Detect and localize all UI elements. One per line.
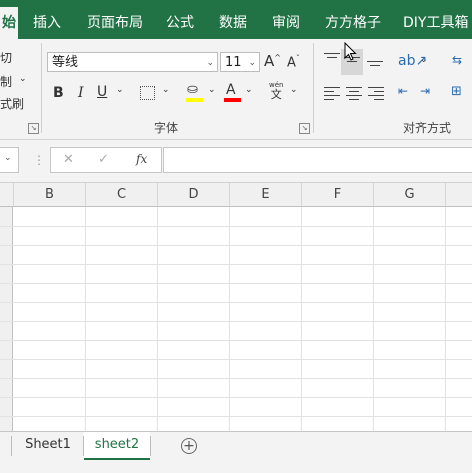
select-all-corner[interactable] [0,183,14,207]
chevron-down-icon: ⌄ [248,58,256,68]
align-left-icon[interactable] [324,87,340,101]
cut-button[interactable]: 切 [0,49,12,66]
font-color-swatch [224,98,241,102]
increase-font-size-button[interactable]: A^ [264,52,281,70]
ribbon: 切 制 式刷 ⌄ ↘ 等线 ⌄ 11 ⌄ A^ Aˇ B I U ⌄ ⌄ ⛀ ⌄… [0,39,472,140]
gridline [0,378,472,379]
increase-indent-icon[interactable]: ⇥ [420,84,430,98]
gridline [0,359,472,360]
column-header-d[interactable]: D [158,183,230,207]
formula-bar-grip-icon: ⋮ [33,153,45,167]
font-size-value: 11 [225,55,242,70]
decrease-indent-icon[interactable]: ⇤ [398,84,408,98]
copy-button[interactable]: 制 [0,73,12,90]
column-header-g[interactable]: G [374,183,446,207]
align-center-icon[interactable] [346,87,362,101]
gridline [0,283,472,284]
group-separator [41,43,42,133]
gridline [0,226,472,227]
align-right-icon[interactable] [368,87,384,101]
tab-formulas[interactable]: 公式 [166,7,194,39]
wrap-text-icon[interactable]: ⇆ [452,53,462,67]
tab-home[interactable]: 始 [0,7,18,39]
orientation-dropdown-icon[interactable]: ⌄ [420,55,428,65]
gridline [0,245,472,246]
font-launcher-icon[interactable]: ↘ [299,123,310,134]
tab-insert[interactable]: 插入 [33,7,61,39]
top-align-icon[interactable] [324,53,340,67]
format-painter-button[interactable]: 式刷 [0,95,24,112]
tab-separator [150,436,151,456]
fill-color-icon[interactable]: ⛀ [187,82,198,97]
fill-color-swatch [186,98,203,102]
underline-button[interactable]: U [97,84,107,100]
gridline [0,302,472,303]
enter-icon[interactable]: ✓ [98,152,109,167]
mouse-pointer-icon [344,42,357,61]
column-header-c[interactable]: C [86,183,158,207]
font-name-select[interactable]: 等线 ⌄ [47,52,218,72]
chevron-down-icon: ⌄ [206,58,214,68]
status-bar [0,461,472,473]
gridline [0,397,472,398]
tab-separator [11,436,12,456]
column-header-f[interactable]: F [302,183,374,207]
merge-center-icon[interactable]: ⊞ [451,84,462,99]
clipboard-launcher-icon[interactable]: ↘ [28,123,39,134]
formula-input[interactable] [163,147,472,173]
add-sheet-icon[interactable]: + [181,438,197,454]
decrease-font-size-button[interactable]: Aˇ [287,54,300,70]
tab-data[interactable]: 数据 [219,7,247,39]
cancel-icon[interactable]: ✕ [63,152,74,167]
sheet-tab-sheet2[interactable]: sheet2 [84,432,150,460]
sheet-tab-bar: Sheet1 sheet2 + [0,431,472,461]
fill-color-dropdown-icon[interactable]: ⌄ [208,85,216,95]
copy-dropdown-icon[interactable]: ⌄ [19,74,27,84]
column-header-b[interactable]: B [14,183,86,207]
underline-dropdown-icon[interactable]: ⌄ [116,85,124,95]
borders-icon[interactable] [140,86,155,100]
group-separator [313,43,314,133]
ribbon-tab-bar: 始 插入 页面布局 公式 数据 审阅 方方格子 DIY工具箱 [0,7,472,39]
tab-diy-toolbox[interactable]: DIY工具箱 [403,7,468,39]
worksheet-grid[interactable]: B C D E F G [0,183,472,431]
bottom-align-icon[interactable] [367,57,383,71]
gridline [0,416,472,417]
tab-review[interactable]: 审阅 [272,7,300,39]
title-bar-strip [0,0,472,7]
column-header-e[interactable]: E [230,183,302,207]
column-header-h[interactable] [446,183,472,207]
name-box[interactable]: ⌄ [0,147,19,173]
sheet-tab-sheet1[interactable]: Sheet1 [14,432,82,460]
gridline [0,264,472,265]
font-color-button[interactable]: A [226,82,236,98]
borders-dropdown-icon[interactable]: ⌄ [162,85,170,95]
font-color-dropdown-icon[interactable]: ⌄ [245,85,253,95]
tab-fangfang-gezi[interactable]: 方方格子 [325,7,381,39]
bold-button[interactable]: B [53,85,64,101]
font-size-select[interactable]: 11 ⌄ [220,52,260,72]
phonetic-guide-button[interactable]: wén 文 [269,81,283,101]
chevron-down-icon: ⌄ [4,153,12,163]
phonetic-dropdown-icon[interactable]: ⌄ [290,85,298,95]
insert-function-icon[interactable]: fx [136,152,147,166]
font-group-label: 字体 [154,121,179,135]
formula-buttons: ✕ ✓ fx [50,147,162,173]
gridline [0,340,472,341]
formula-bar: ⌄ ⋮ ✕ ✓ fx [0,140,472,183]
italic-button[interactable]: I [78,85,84,101]
alignment-group-label: 对齐方式 [403,121,452,135]
gridline [0,321,472,322]
font-name-value: 等线 [52,55,79,70]
tab-page-layout[interactable]: 页面布局 [87,7,143,39]
